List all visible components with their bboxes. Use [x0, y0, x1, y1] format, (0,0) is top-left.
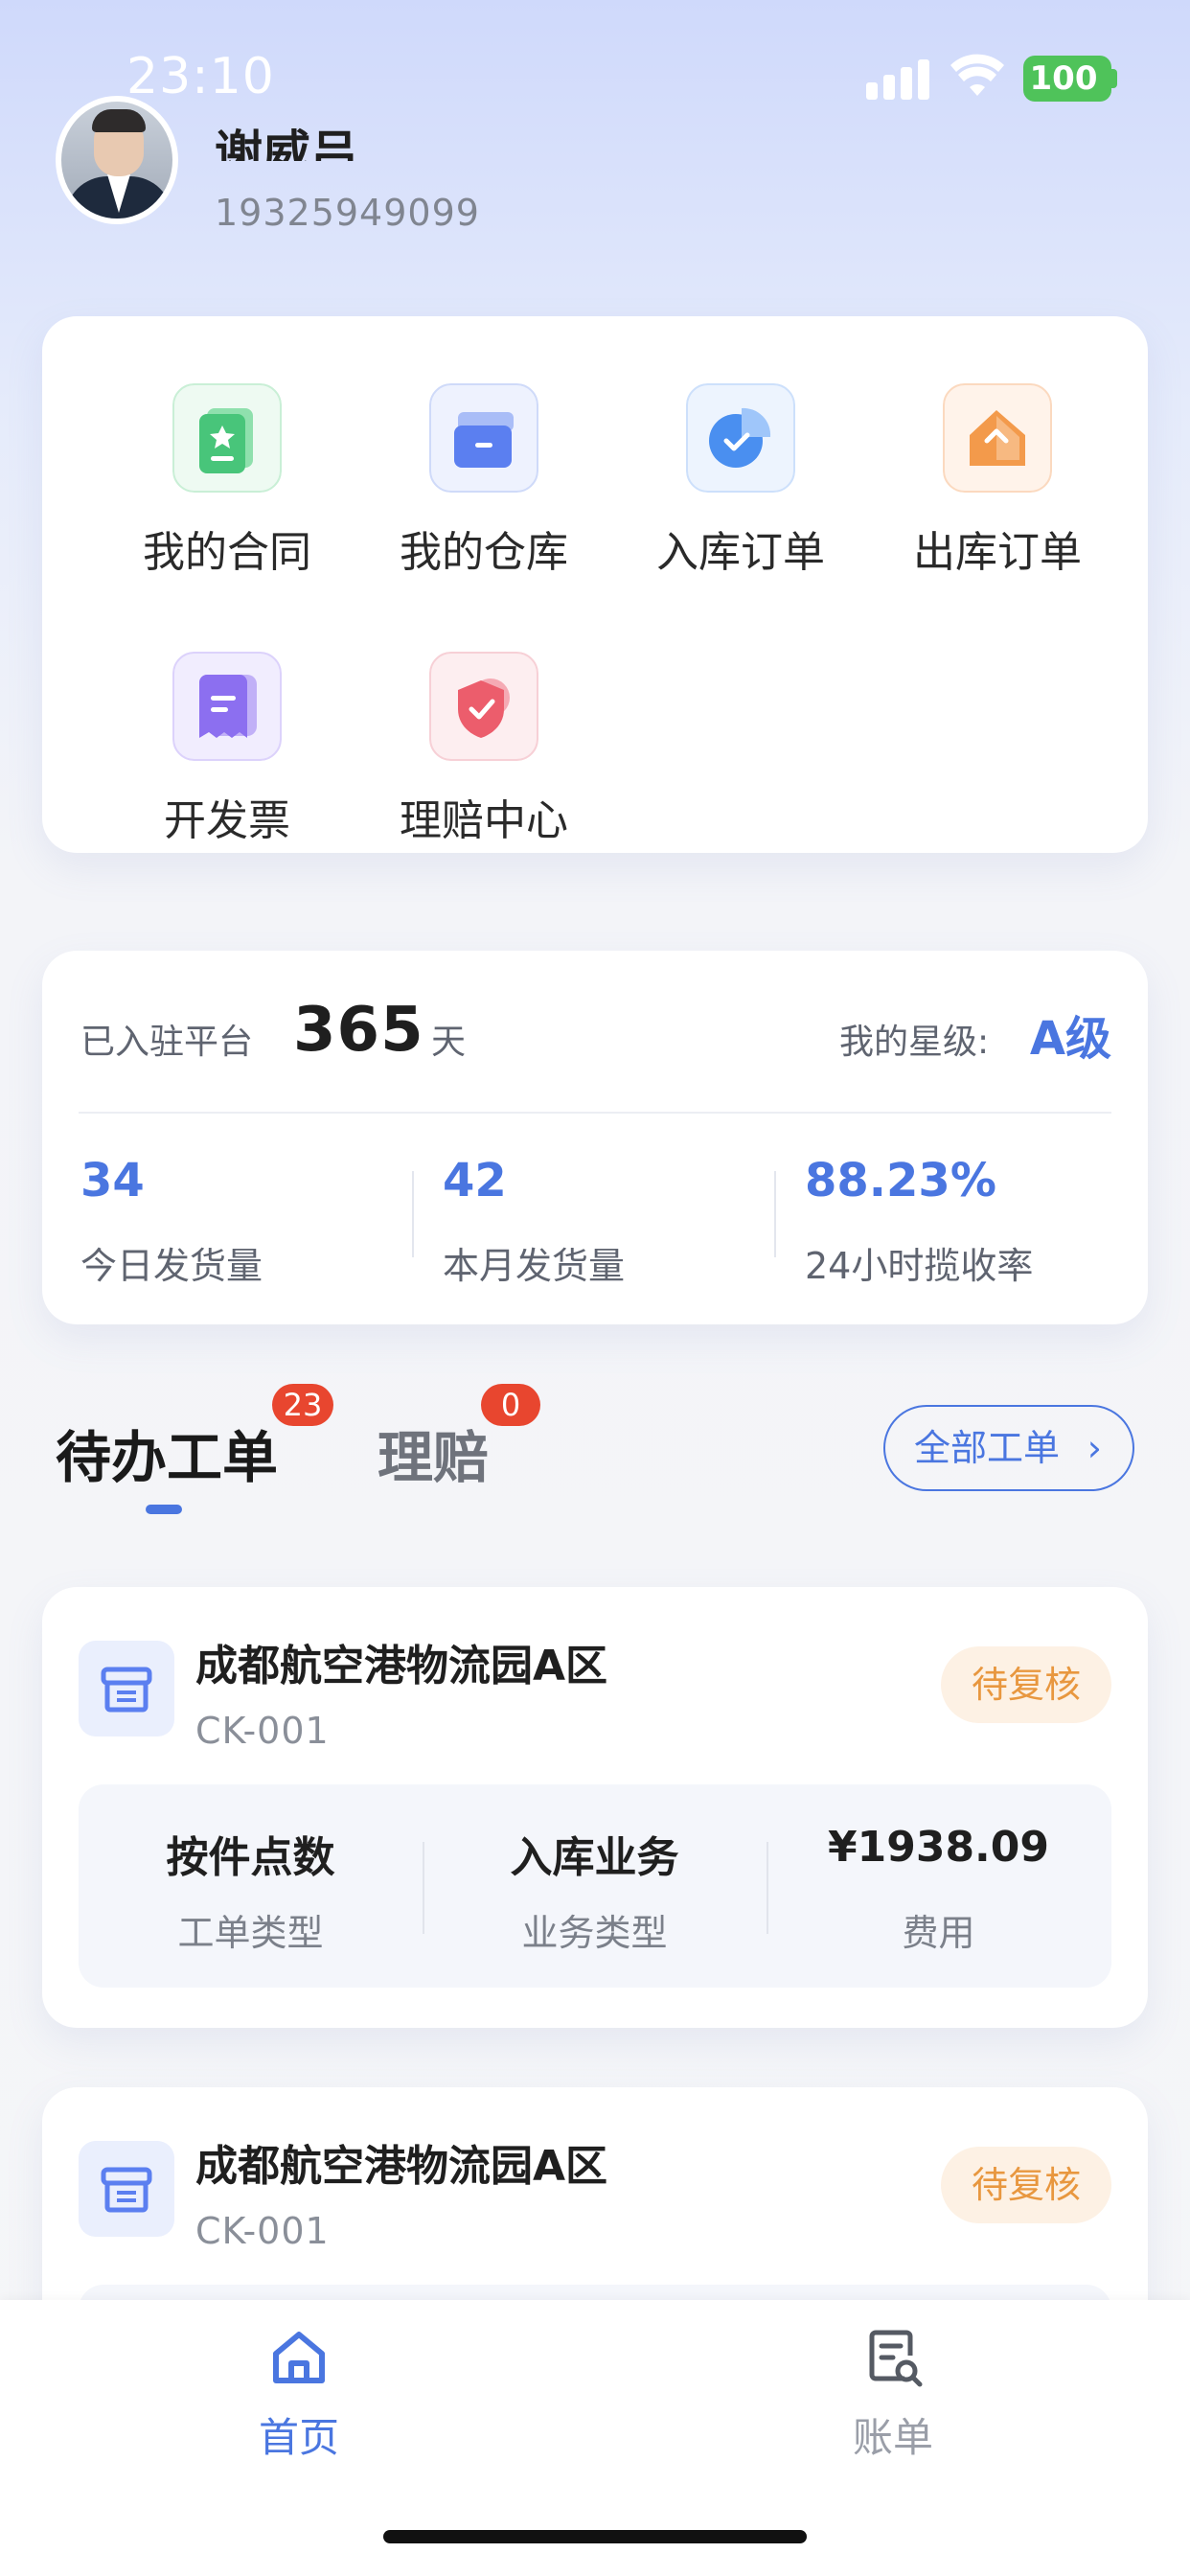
all-orders-label: 全部工单: [914, 1427, 1061, 1469]
claims-icon: [429, 652, 538, 761]
nav-item-bill[interactable]: 账单: [778, 2319, 1008, 2472]
status-badge: 待复核: [941, 2147, 1111, 2223]
all-orders-button[interactable]: 全部工单 ›: [883, 1405, 1134, 1491]
menu-label: 出库订单: [913, 528, 1082, 577]
menu-item-warehouse[interactable]: 我的仓库: [337, 347, 596, 577]
battery-level: 100: [1029, 59, 1098, 98]
metric-today-label: 今日发货量: [80, 1245, 263, 1287]
inbound-order-icon: [686, 383, 795, 493]
menu-label: 我的仓库: [400, 528, 568, 577]
metric-separator: [412, 1171, 414, 1257]
nav-label: 账单: [852, 2414, 933, 2461]
menu-label: 理赔中心: [400, 796, 568, 845]
home-icon: [273, 2332, 325, 2383]
tab-claims-badge: 0: [481, 1384, 540, 1426]
nav-item-home[interactable]: 首页: [184, 2319, 414, 2472]
metric-month-value: 42: [443, 1154, 507, 1208]
profile-phone: 19325949099: [215, 192, 480, 234]
grade-label: 我的星级:: [839, 1023, 990, 1062]
order-card[interactable]: 成都航空港物流园A区 CK-001 待复核 按件点数 工单类型 入库业务 业务类…: [42, 1587, 1148, 2028]
detail-value: ¥1938.09: [827, 1823, 1050, 1872]
grade-value: A级: [1029, 1012, 1111, 1066]
stats-divider: [79, 1112, 1111, 1114]
warehouse-icon: [79, 2141, 174, 2237]
warehouse-icon: [429, 383, 538, 493]
joined-unit: 天: [431, 1023, 467, 1062]
tab-todo-badge: 23: [272, 1384, 333, 1426]
detail-label: 业务类型: [521, 1912, 668, 1954]
outbound-order-icon: [943, 383, 1052, 493]
profile-name: 谢威吕: [215, 126, 358, 161]
detail-business-type: 入库业务 业务类型: [423, 1784, 767, 1988]
detail-label: 工单类型: [177, 1912, 324, 1954]
order-title: 成都航空港物流园A区: [195, 2142, 608, 2191]
metric-today-value: 34: [80, 1154, 145, 1208]
detail-value: 按件点数: [166, 1833, 335, 1882]
menu-label: 我的合同: [143, 528, 311, 577]
home-indicator: [383, 2530, 807, 2543]
joined-days: 365: [293, 995, 424, 1066]
menu-item-claims[interactable]: 理赔中心: [337, 615, 596, 845]
battery-tip: [1111, 69, 1117, 88]
cellular-signal-icon: [866, 59, 929, 100]
metric-separator: [774, 1171, 776, 1257]
detail-order-type: 按件点数 工单类型: [79, 1784, 423, 1988]
order-code: CK-001: [195, 1710, 330, 1752]
tab-todo-orders[interactable]: 待办工单: [56, 1413, 278, 1493]
metric-month-label: 本月发货量: [443, 1245, 626, 1287]
invoice-icon: [172, 652, 282, 761]
order-code: CK-001: [195, 2210, 330, 2252]
warehouse-icon: [79, 1641, 174, 1736]
battery-icon: 100: [1023, 56, 1111, 102]
quick-menu-card: 我的合同 我的仓库 入库订单 出库订单 开发票 理赔中心: [42, 316, 1148, 853]
stats-card: 已入驻平台 365 天 我的星级: A级 34 今日发货量 42 本月发货量 8…: [42, 951, 1148, 1324]
bill-icon: [869, 2330, 923, 2387]
detail-label: 费用: [902, 1912, 975, 1954]
metric-pickup-rate-label: 24小时揽收率: [805, 1245, 1034, 1287]
nav-label: 首页: [258, 2414, 339, 2461]
menu-item-invoice[interactable]: 开发票: [80, 615, 339, 845]
order-title: 成都航空港物流园A区: [195, 1642, 608, 1690]
status-badge: 待复核: [941, 1646, 1111, 1723]
chevron-right-icon: ›: [1087, 1427, 1102, 1469]
menu-label: 入库订单: [656, 528, 825, 577]
metric-pickup-rate-value: 88.23%: [805, 1154, 996, 1208]
wifi-icon: [950, 54, 1004, 96]
detail-fee: ¥1938.09 费用: [767, 1784, 1110, 1988]
status-bar: 23:10 100: [0, 0, 1190, 153]
menu-item-contract[interactable]: 我的合同: [80, 347, 339, 577]
status-time: 23:10: [126, 48, 275, 105]
menu-label: 开发票: [164, 796, 290, 845]
detail-value: 入库业务: [510, 1833, 679, 1882]
avatar[interactable]: [56, 96, 178, 224]
joined-label: 已入驻平台: [80, 1023, 254, 1062]
contract-icon: [172, 383, 282, 493]
menu-item-inbound-order[interactable]: 入库订单: [594, 347, 853, 577]
tab-claims[interactable]: 理赔: [378, 1413, 489, 1493]
tab-indicator: [146, 1505, 182, 1514]
order-detail-panel: 按件点数 工单类型 入库业务 业务类型 ¥1938.09 费用: [79, 1784, 1111, 1988]
menu-item-outbound-order[interactable]: 出库订单: [851, 347, 1110, 577]
